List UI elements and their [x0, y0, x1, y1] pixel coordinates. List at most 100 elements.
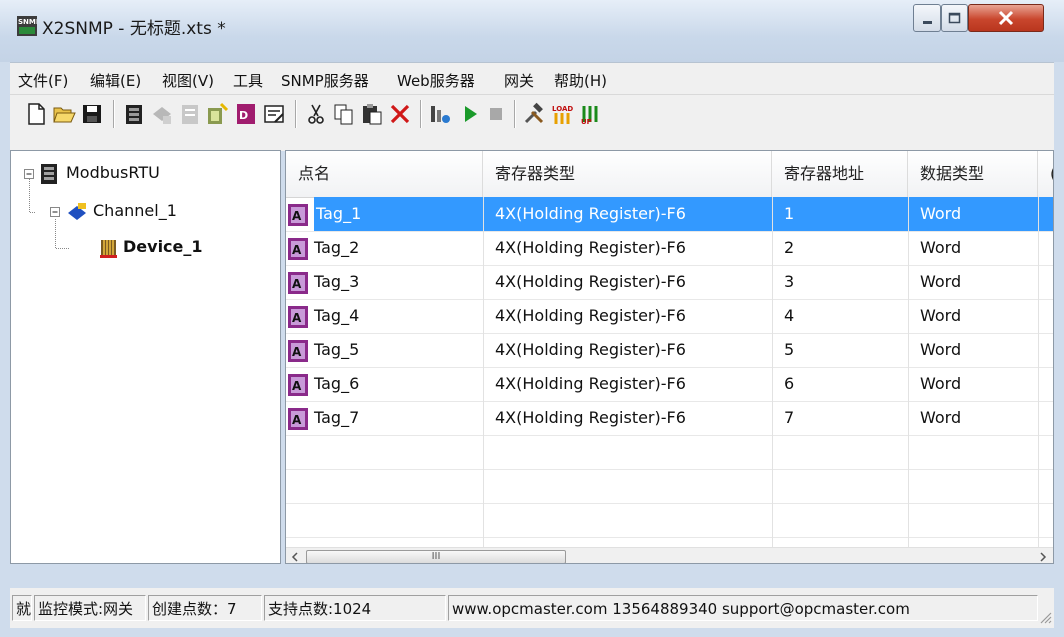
- menu-tools[interactable]: 工具: [233, 70, 263, 91]
- cell-tag-name: A Tag_7: [286, 401, 483, 435]
- svg-text:A: A: [292, 413, 302, 427]
- cell-register-address: 7: [784, 408, 795, 427]
- cell-tag-name: A Tag_6: [286, 367, 483, 401]
- menu-bar: 文件(F) 编辑(E) 视图(V) 工具 SNMP服务器 Web服务器 网关 帮…: [10, 62, 1054, 95]
- column-header-tag-name[interactable]: 点名: [286, 151, 483, 197]
- cell-data-type: Word: [920, 238, 962, 257]
- cell-register-address: 1: [772, 197, 908, 231]
- svg-text:D: D: [239, 109, 248, 122]
- cell-register-type: 4X(Holding Register)-F6: [495, 272, 686, 291]
- tree-item-channel-1[interactable]: Channel_1: [93, 201, 177, 220]
- table-row[interactable]: A Tag_5 4X(Holding Register)-F6 5 Word: [286, 333, 1053, 367]
- column-header-data-type[interactable]: 数据类型: [908, 151, 1038, 197]
- column-header-register-address[interactable]: 寄存器地址: [772, 151, 908, 197]
- stop-icon[interactable]: [484, 102, 508, 126]
- minimize-icon: [923, 21, 932, 24]
- close-button[interactable]: [968, 4, 1044, 32]
- row-divider: [286, 537, 1053, 538]
- device-properties-icon[interactable]: D: [234, 102, 258, 126]
- cell-tag-name: A Tag_3: [286, 265, 483, 299]
- tools-icon[interactable]: [522, 102, 546, 126]
- scroll-left-icon[interactable]: [290, 551, 300, 563]
- cell-data-type: Word: [920, 272, 962, 291]
- minimize-button[interactable]: [913, 4, 941, 32]
- tree-view[interactable]: ModbusRTU Channel_1 Device_1: [10, 150, 281, 564]
- row-divider: [286, 367, 1053, 368]
- cell-tag-name: A Tag_5: [286, 333, 483, 367]
- open-icon[interactable]: [52, 102, 76, 126]
- svg-text:A: A: [292, 379, 302, 393]
- new-tag-icon[interactable]: [178, 102, 202, 126]
- cell-tag-name: A Tag_4: [286, 299, 483, 333]
- cell-partial: [1038, 265, 1053, 299]
- cell-register-address: 2: [784, 238, 795, 257]
- scroll-right-icon[interactable]: [1038, 551, 1048, 563]
- status-contact: www.opcmaster.com 13564889340 support@op…: [448, 595, 1038, 621]
- new-device-icon[interactable]: [150, 102, 174, 126]
- tag-name: Tag_7: [314, 408, 360, 427]
- load-icon[interactable]: LOAD: [550, 102, 574, 126]
- tag-name: Tag_2: [314, 238, 360, 257]
- cell-data-type: Word: [920, 374, 962, 393]
- start-icon[interactable]: [458, 102, 482, 126]
- table-row[interactable]: A Tag_7 4X(Holding Register)-F6 7 Word: [286, 401, 1053, 435]
- batch-tags-icon[interactable]: [206, 102, 230, 126]
- tree-item-device-1[interactable]: Device_1: [123, 237, 203, 256]
- properties-icon[interactable]: [262, 102, 286, 126]
- tree-item-modbusrtu[interactable]: ModbusRTU: [66, 163, 160, 182]
- resize-grip-icon[interactable]: [1038, 610, 1052, 624]
- row-divider: [286, 469, 1053, 470]
- menu-view[interactable]: 视图(V): [162, 70, 214, 91]
- maximize-icon: [948, 12, 961, 24]
- toolbar: D LOAD UP: [10, 94, 1054, 151]
- scroll-thumb[interactable]: III: [306, 550, 566, 563]
- save-icon[interactable]: [80, 102, 104, 126]
- row-divider: [286, 265, 1053, 266]
- cell-register-type: 4X(Holding Register)-F6: [483, 197, 772, 231]
- menu-edit[interactable]: 编辑(E): [90, 70, 141, 91]
- status-bar: 就 监控模式:网关 创建点数：7 支持点数:1024 www.opcmaster…: [10, 588, 1054, 628]
- menu-help[interactable]: 帮助(H): [554, 70, 607, 91]
- table-row[interactable]: A Tag_2 4X(Holding Register)-F6 2 Word: [286, 231, 1053, 265]
- delete-icon[interactable]: [388, 102, 412, 126]
- cut-icon[interactable]: [304, 102, 328, 126]
- tag-icon: A: [288, 306, 308, 328]
- svg-text:SNMP: SNMP: [18, 18, 37, 26]
- toolbar-separator: [514, 100, 516, 128]
- tag-name: Tag_3: [314, 272, 360, 291]
- table-row[interactable]: A Tag_1 4X(Holding Register)-F6 1 Word: [286, 197, 1053, 231]
- menu-web-server[interactable]: Web服务器: [397, 70, 475, 91]
- device-icon: [100, 240, 117, 258]
- status-supported-count: 支持点数:1024: [264, 595, 446, 621]
- tag-name: Tag_4: [314, 306, 360, 325]
- menu-gateway[interactable]: 网关: [504, 70, 534, 91]
- new-icon[interactable]: [24, 102, 48, 126]
- column-header-partial[interactable]: (: [1038, 151, 1053, 197]
- menu-file[interactable]: 文件(F): [18, 70, 68, 91]
- table-row[interactable]: A Tag_4 4X(Holding Register)-F6 4 Word: [286, 299, 1053, 333]
- menu-snmp-server[interactable]: SNMP服务器: [281, 70, 369, 91]
- tag-name: Tag_1: [314, 197, 485, 231]
- column-header-register-type[interactable]: 寄存器类型: [483, 151, 772, 197]
- cell-register-type: 4X(Holding Register)-F6: [495, 408, 686, 427]
- window-title: X2SNMP - 无标题.xts *: [42, 19, 226, 39]
- title-bar[interactable]: SNMP X2SNMP - 无标题.xts *: [0, 0, 1064, 62]
- table-row[interactable]: A Tag_6 4X(Holding Register)-F6 6 Word: [286, 367, 1053, 401]
- svg-text:A: A: [292, 277, 302, 291]
- paste-icon[interactable]: [360, 102, 384, 126]
- cell-register-address: 3: [784, 272, 795, 291]
- new-channel-icon[interactable]: [122, 102, 146, 126]
- cell-data-type: Word: [920, 306, 962, 325]
- horizontal-scrollbar[interactable]: III: [286, 547, 1053, 563]
- table-row[interactable]: A Tag_3 4X(Holding Register)-F6 3 Word: [286, 265, 1053, 299]
- maximize-button[interactable]: [941, 4, 968, 32]
- row-divider: [286, 299, 1053, 300]
- cell-partial: [1038, 197, 1053, 231]
- copy-icon[interactable]: [332, 102, 356, 126]
- update-icon[interactable]: UP: [578, 102, 602, 126]
- monitor-icon[interactable]: [428, 102, 452, 126]
- cell-partial: [1038, 299, 1053, 333]
- cell-register-address: 6: [784, 374, 795, 393]
- row-divider: [286, 503, 1053, 504]
- status-created-count: 创建点数：7: [148, 595, 262, 621]
